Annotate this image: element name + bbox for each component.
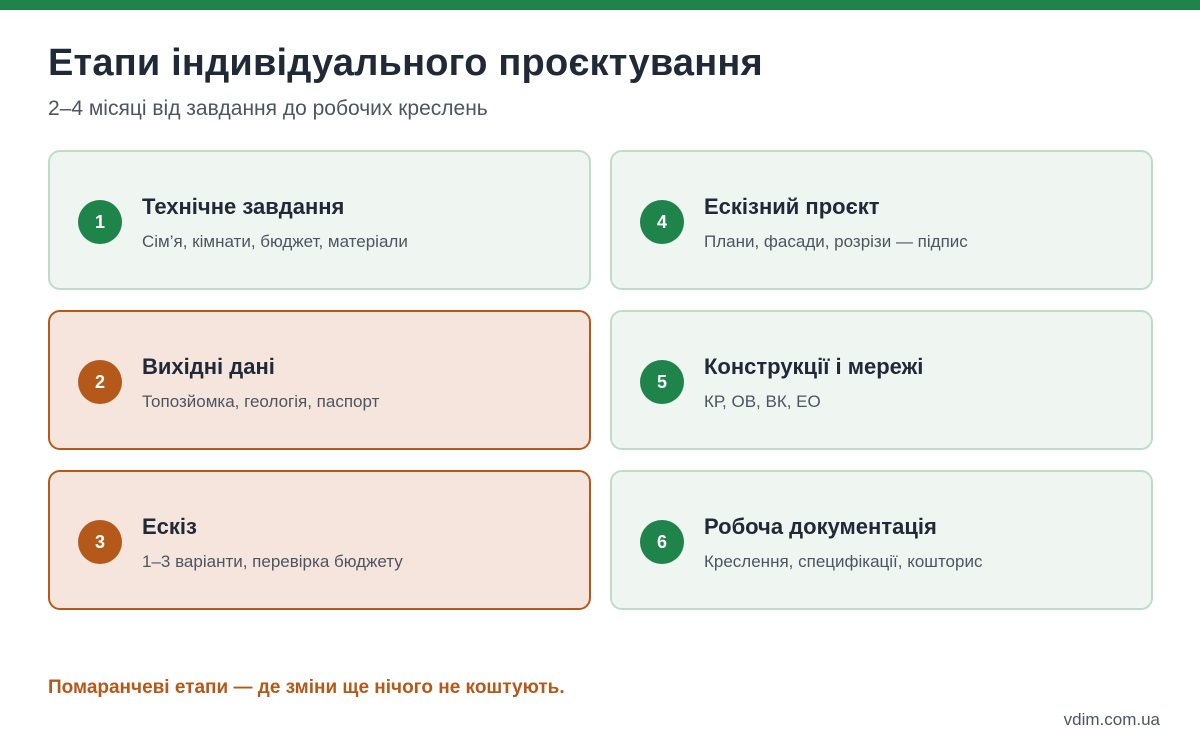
stage-number-badge: 1 — [78, 200, 122, 244]
stage-title: Ескіз — [142, 514, 197, 539]
stage-number-badge: 3 — [78, 520, 122, 564]
stage-title: Конструкції і мережі — [704, 354, 924, 379]
stage-title: Технічне завдання — [142, 194, 345, 219]
stage-description: Сім’я, кімнати, бюджет, матеріали — [142, 232, 408, 251]
stage-number-badge: 5 — [640, 360, 684, 404]
stage-title: Ескізний проєкт — [704, 194, 880, 219]
stage-card-6: 6 Робоча документація Креслення, специфі… — [610, 470, 1153, 610]
stage-card-5: 5 Конструкції і мережі КР, ОВ, ВК, ЕО — [610, 310, 1153, 450]
stage-description: Плани, фасади, розрізи — підпис — [704, 232, 968, 251]
stage-description: Топозйомка, геологія, паспорт — [142, 392, 380, 411]
page-subtitle: 2–4 місяці від завдання до робочих кресл… — [48, 97, 488, 120]
stage-title: Вихідні дані — [142, 354, 275, 379]
top-accent-bar — [0, 0, 1200, 10]
stage-card-1: 1 Технічне завдання Сім’я, кімнати, бюдж… — [48, 150, 591, 290]
stage-number-badge: 6 — [640, 520, 684, 564]
stage-title: Робоча документація — [704, 514, 937, 539]
stage-number-badge: 2 — [78, 360, 122, 404]
stage-description: 1–3 варіанти, перевірка бюджету — [142, 552, 403, 571]
site-url: vdim.com.ua — [1063, 710, 1160, 729]
stage-number-badge: 4 — [640, 200, 684, 244]
page-title: Етапи індивідуального проєктування — [48, 42, 763, 84]
stage-card-2: 2 Вихідні дані Топозйомка, геологія, пас… — [48, 310, 591, 450]
stage-card-3: 3 Ескіз 1–3 варіанти, перевірка бюджету — [48, 470, 591, 610]
stage-description: Креслення, специфікації, кошторис — [704, 552, 983, 571]
stage-card-4: 4 Ескізний проєкт Плани, фасади, розрізи… — [610, 150, 1153, 290]
footnote: Помаранчеві етапи — де зміни ще нічого н… — [48, 677, 565, 698]
stage-description: КР, ОВ, ВК, ЕО — [704, 392, 821, 411]
